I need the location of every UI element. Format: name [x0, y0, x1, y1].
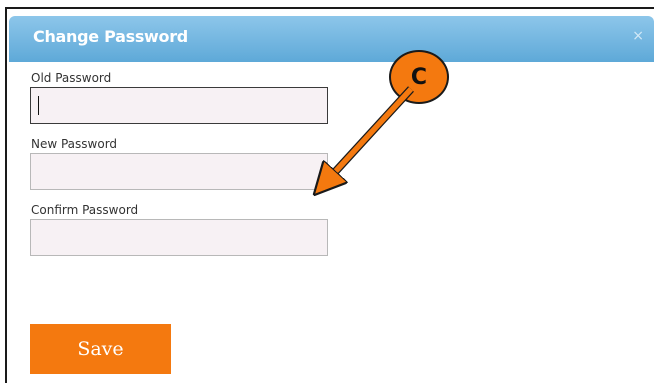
confirm-password-label: Confirm Password: [31, 203, 139, 217]
confirm-password-field[interactable]: [30, 219, 328, 256]
old-password-field[interactable]: [30, 87, 328, 124]
save-button[interactable]: Save: [30, 324, 171, 374]
annotation-marker-c: C: [389, 50, 449, 104]
close-icon[interactable]: ×: [632, 28, 644, 44]
old-password-label: Old Password: [31, 71, 112, 85]
text-caret: [38, 96, 39, 115]
change-password-dialog: Change Password × Old Password New Passw…: [9, 16, 654, 383]
new-password-field[interactable]: [30, 153, 328, 190]
dialog-titlebar: Change Password ×: [9, 16, 654, 62]
dialog-title: Change Password: [33, 27, 188, 46]
new-password-label: New Password: [31, 137, 118, 151]
